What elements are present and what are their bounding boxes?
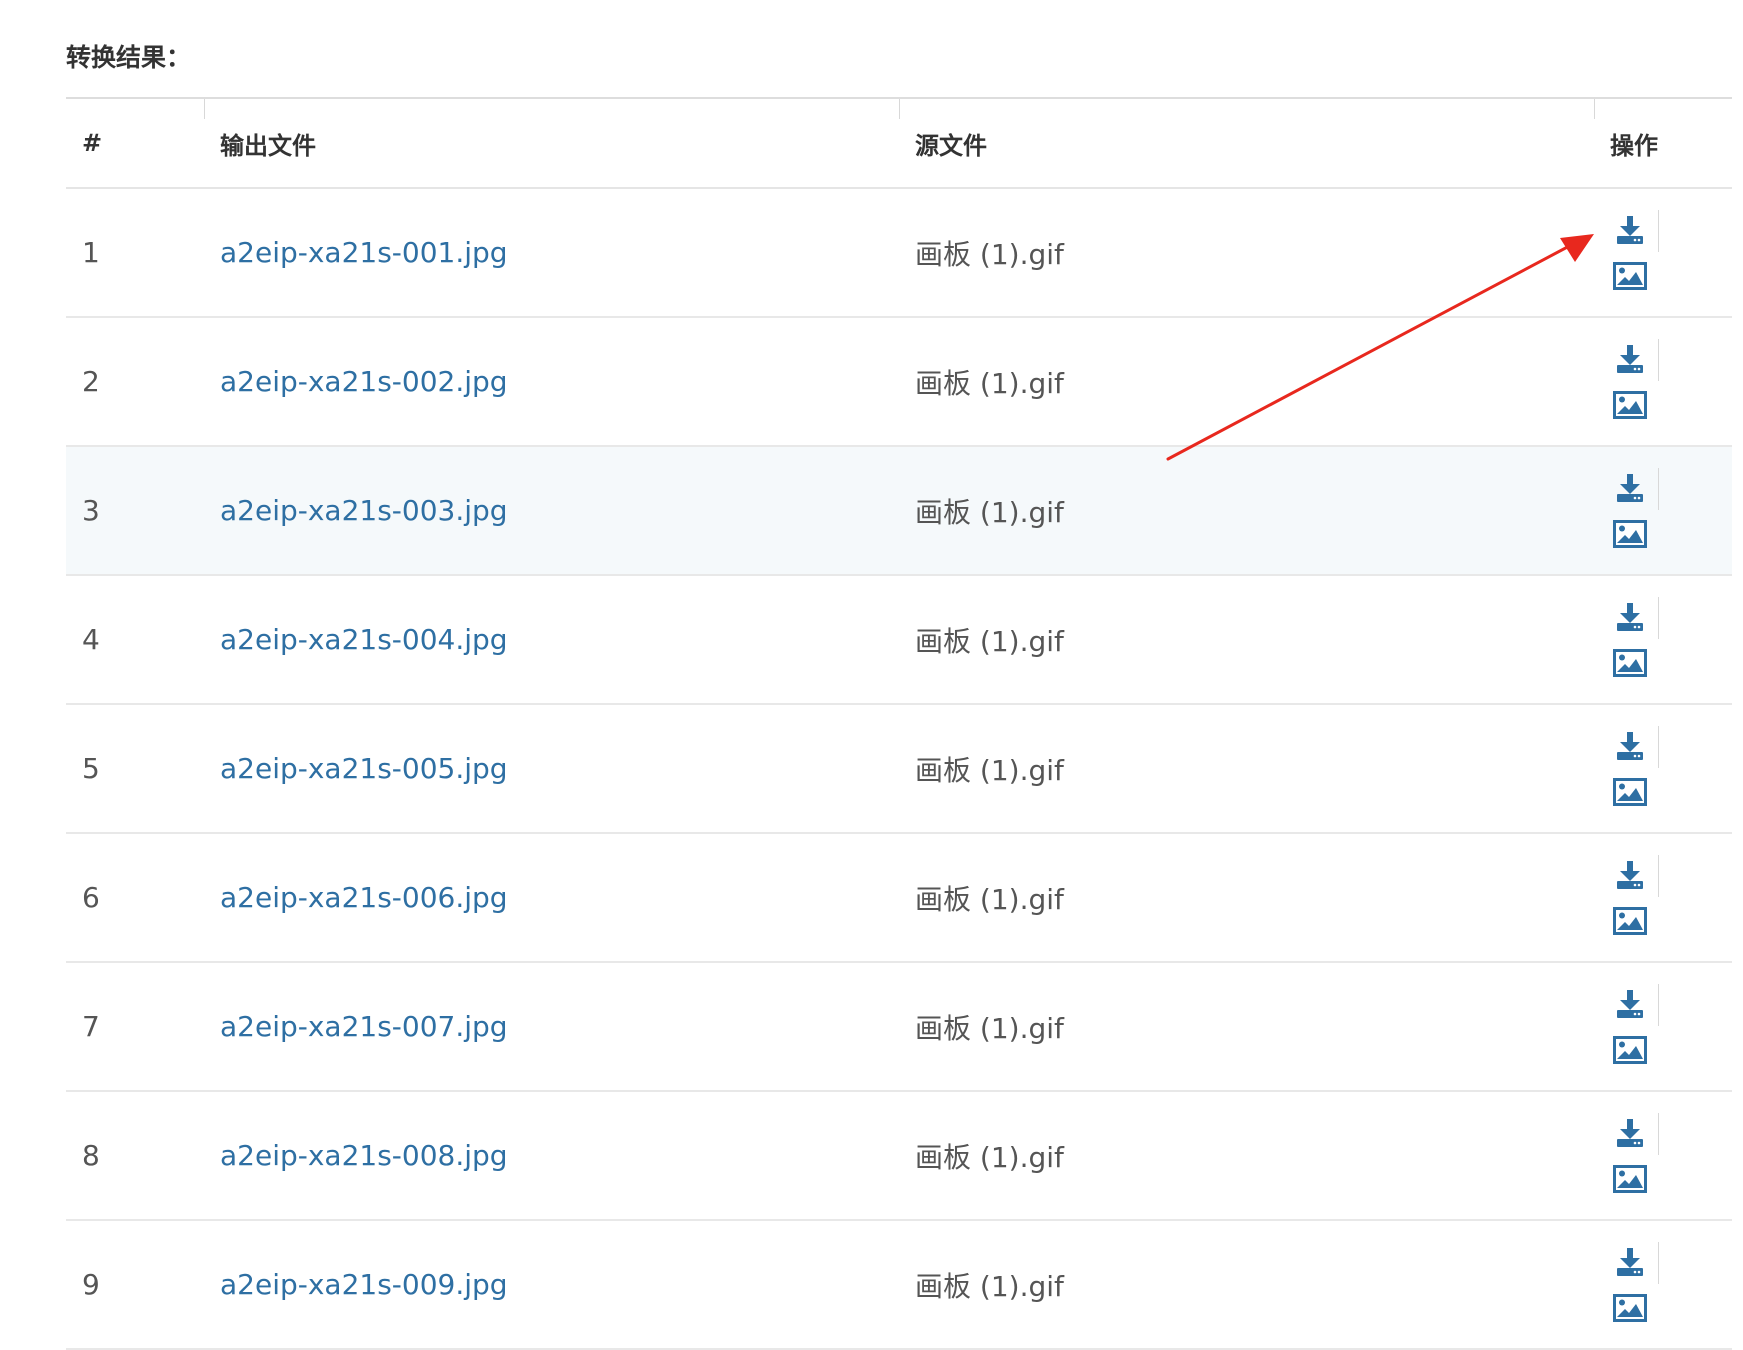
output-file-link[interactable]: a2eip-xa21s-005.jpg bbox=[220, 752, 508, 785]
actions-cell bbox=[1594, 833, 1732, 963]
table-row: 6 a2eip-xa21s-006.jpg 画板 (1).gif bbox=[66, 833, 1732, 963]
image-preview-icon[interactable] bbox=[1610, 256, 1650, 296]
row-index: 3 bbox=[66, 446, 204, 576]
row-index: 1 bbox=[66, 188, 204, 318]
output-file-cell: a2eip-xa21s-001.jpg bbox=[204, 188, 899, 318]
download-icon[interactable] bbox=[1610, 855, 1650, 895]
output-file-link[interactable]: a2eip-xa21s-009.jpg bbox=[220, 1268, 508, 1301]
source-file-cell: 画板 (1).gif bbox=[899, 833, 1594, 963]
table-row: 8 a2eip-xa21s-008.jpg 画板 (1).gif bbox=[66, 1091, 1732, 1221]
output-file-cell: a2eip-xa21s-002.jpg bbox=[204, 317, 899, 447]
actions-cell bbox=[1594, 317, 1732, 447]
actions-cell bbox=[1594, 704, 1732, 834]
source-file-cell: 画板 (1).gif bbox=[899, 1091, 1594, 1221]
download-icon[interactable] bbox=[1610, 726, 1650, 766]
output-file-link[interactable]: a2eip-xa21s-002.jpg bbox=[220, 365, 508, 398]
table-row: 2 a2eip-xa21s-002.jpg 画板 (1).gif bbox=[66, 317, 1732, 447]
image-preview-icon[interactable] bbox=[1610, 1159, 1650, 1199]
image-preview-icon[interactable] bbox=[1610, 901, 1650, 941]
conversion-results-table: # 输出文件 源文件 操作 1 a2eip-xa21s-001.jpg 画板 (… bbox=[66, 97, 1732, 1350]
row-index: 7 bbox=[66, 962, 204, 1092]
output-file-cell: a2eip-xa21s-006.jpg bbox=[204, 833, 899, 963]
output-file-cell: a2eip-xa21s-007.jpg bbox=[204, 962, 899, 1092]
table-row: 4 a2eip-xa21s-004.jpg 画板 (1).gif bbox=[66, 575, 1732, 705]
column-header-actions: 操作 bbox=[1594, 97, 1732, 189]
table-header-row: # 输出文件 源文件 操作 bbox=[66, 97, 1732, 189]
image-preview-icon[interactable] bbox=[1610, 1288, 1650, 1328]
download-icon[interactable] bbox=[1610, 597, 1650, 637]
column-header-index: # bbox=[66, 97, 204, 189]
source-file-cell: 画板 (1).gif bbox=[899, 962, 1594, 1092]
download-icon[interactable] bbox=[1610, 1242, 1650, 1282]
download-icon[interactable] bbox=[1610, 984, 1650, 1024]
output-file-cell: a2eip-xa21s-003.jpg bbox=[204, 446, 899, 576]
output-file-cell: a2eip-xa21s-005.jpg bbox=[204, 704, 899, 834]
source-file-cell: 画板 (1).gif bbox=[899, 575, 1594, 705]
output-file-link[interactable]: a2eip-xa21s-004.jpg bbox=[220, 623, 508, 656]
column-header-output-file: 输出文件 bbox=[204, 97, 899, 189]
output-file-link[interactable]: a2eip-xa21s-006.jpg bbox=[220, 881, 508, 914]
output-file-cell: a2eip-xa21s-008.jpg bbox=[204, 1091, 899, 1221]
row-index: 2 bbox=[66, 317, 204, 447]
actions-cell bbox=[1594, 1220, 1732, 1350]
source-file-cell: 画板 (1).gif bbox=[899, 1220, 1594, 1350]
row-index: 4 bbox=[66, 575, 204, 705]
image-preview-icon[interactable] bbox=[1610, 514, 1650, 554]
image-preview-icon[interactable] bbox=[1610, 385, 1650, 425]
actions-cell bbox=[1594, 446, 1732, 576]
row-index: 9 bbox=[66, 1220, 204, 1350]
source-file-cell: 画板 (1).gif bbox=[899, 317, 1594, 447]
download-icon[interactable] bbox=[1610, 210, 1650, 250]
image-preview-icon[interactable] bbox=[1610, 1030, 1650, 1070]
download-icon[interactable] bbox=[1610, 339, 1650, 379]
table-row: 3 a2eip-xa21s-003.jpg 画板 (1).gif bbox=[66, 446, 1732, 576]
table-row: 5 a2eip-xa21s-005.jpg 画板 (1).gif bbox=[66, 704, 1732, 834]
image-preview-icon[interactable] bbox=[1610, 772, 1650, 812]
output-file-link[interactable]: a2eip-xa21s-001.jpg bbox=[220, 236, 508, 269]
download-icon[interactable] bbox=[1610, 1113, 1650, 1153]
actions-cell bbox=[1594, 188, 1732, 318]
table-row: 7 a2eip-xa21s-007.jpg 画板 (1).gif bbox=[66, 962, 1732, 1092]
source-file-cell: 画板 (1).gif bbox=[899, 446, 1594, 576]
row-index: 5 bbox=[66, 704, 204, 834]
section-title: 转换结果： bbox=[66, 43, 192, 72]
row-index: 6 bbox=[66, 833, 204, 963]
output-file-cell: a2eip-xa21s-009.jpg bbox=[204, 1220, 899, 1350]
actions-cell bbox=[1594, 962, 1732, 1092]
output-file-link[interactable]: a2eip-xa21s-003.jpg bbox=[220, 494, 508, 527]
output-file-cell: a2eip-xa21s-004.jpg bbox=[204, 575, 899, 705]
source-file-cell: 画板 (1).gif bbox=[899, 188, 1594, 318]
actions-cell bbox=[1594, 575, 1732, 705]
table-row: 9 a2eip-xa21s-009.jpg 画板 (1).gif bbox=[66, 1220, 1732, 1350]
output-file-link[interactable]: a2eip-xa21s-007.jpg bbox=[220, 1010, 508, 1043]
source-file-cell: 画板 (1).gif bbox=[899, 704, 1594, 834]
row-index: 8 bbox=[66, 1091, 204, 1221]
column-header-source-file: 源文件 bbox=[899, 97, 1594, 189]
output-file-link[interactable]: a2eip-xa21s-008.jpg bbox=[220, 1139, 508, 1172]
download-icon[interactable] bbox=[1610, 468, 1650, 508]
table-row: 1 a2eip-xa21s-001.jpg 画板 (1).gif bbox=[66, 188, 1732, 318]
actions-cell bbox=[1594, 1091, 1732, 1221]
image-preview-icon[interactable] bbox=[1610, 643, 1650, 683]
